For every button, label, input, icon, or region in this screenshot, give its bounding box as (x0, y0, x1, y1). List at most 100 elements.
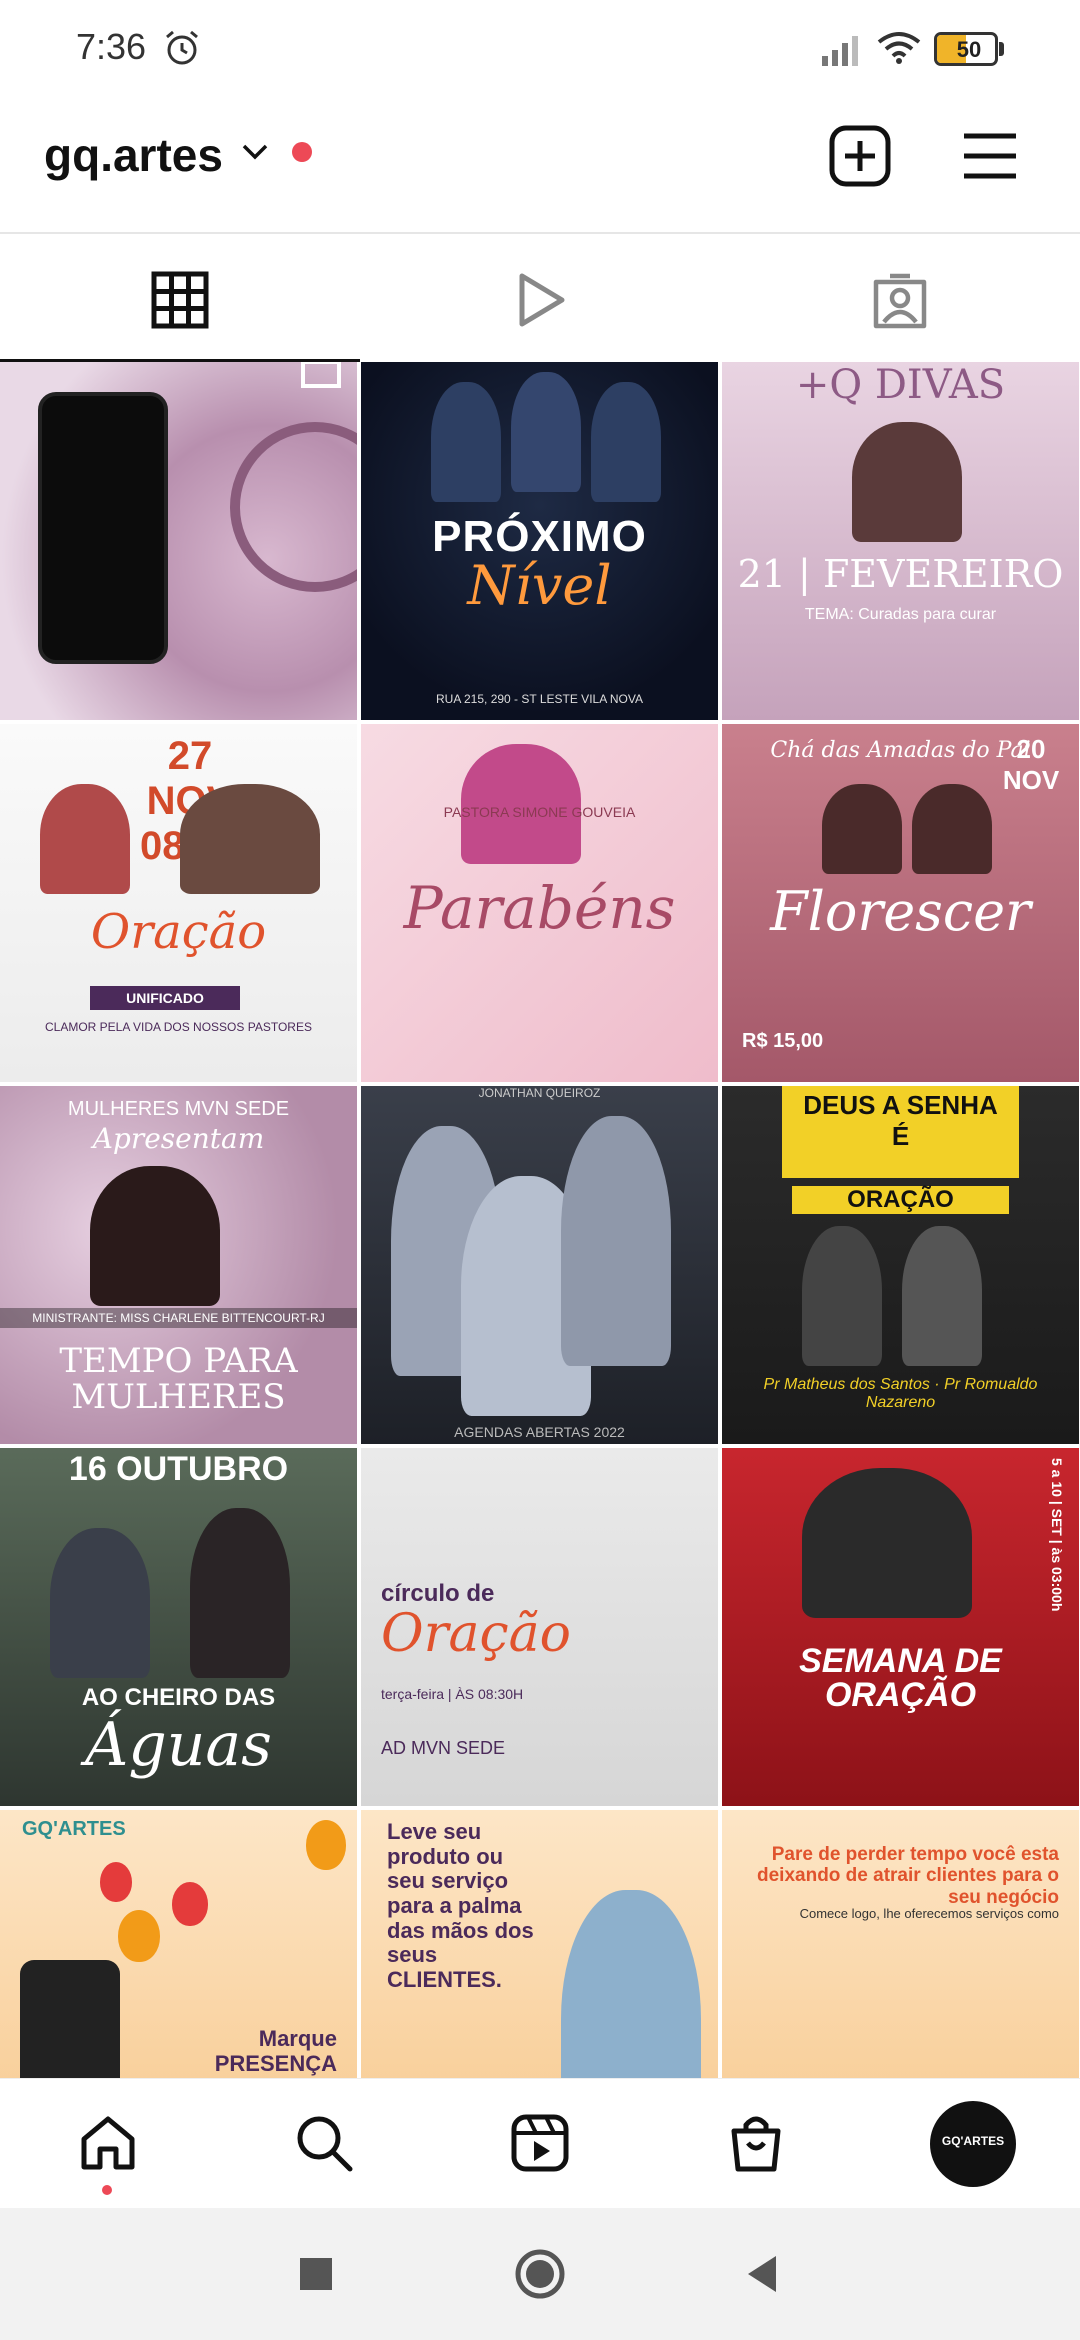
notification-dot (292, 142, 312, 162)
speaker-photo (902, 1226, 982, 1366)
post-title: Pare de perder tempo você esta deixando … (757, 1844, 1059, 1908)
post-top: JONATHAN QUEIROZ (478, 1086, 601, 1100)
shop-icon (731, 2116, 781, 2172)
search-icon (297, 2116, 353, 2172)
speaker-photo (802, 1226, 882, 1366)
grid-icon (151, 271, 209, 329)
post-title: AO CHEIRO DAS (81, 1684, 276, 1711)
post-brand: GQ'ARTES (22, 1818, 126, 1840)
post-tile-4[interactable]: 27 NOV 08:30h Oração UNIFICADO CLAMOR PE… (0, 724, 357, 1082)
post-subtitle: Oração (381, 1604, 571, 1664)
username-switcher[interactable]: gq.artes (44, 128, 223, 182)
post-badge: UNIFICADO (90, 986, 240, 1010)
post-tile-9[interactable]: DEUS A SENHA É ORAÇÃO Pr Matheus dos San… (722, 1086, 1079, 1444)
post-subtitle: Apresentam (92, 1122, 265, 1155)
pocket-watch (230, 422, 357, 592)
multi-photo-icon (301, 362, 341, 388)
speaker-photo (511, 372, 581, 492)
tab-tagged[interactable] (720, 234, 1080, 362)
post-title: SEMANA DE ORAÇÃO (799, 1642, 1002, 1714)
alarm-icon (166, 30, 198, 65)
speaker-photo (190, 1508, 290, 1678)
balloon (100, 1862, 132, 1902)
post-top: MULHERES MVN SEDE (67, 1098, 290, 1120)
post-title: Florescer (770, 880, 1031, 943)
back-triangle-icon[interactable] (730, 2240, 798, 2308)
bottom-nav: GQ'ARTES (0, 2078, 1080, 2208)
post-tile-8[interactable]: JONATHAN QUEIROZ AGENDAS ABERTAS 2022 (361, 1086, 718, 1444)
speaker-photo (852, 422, 962, 542)
home-notification-dot (102, 2185, 112, 2195)
chevron-down-icon[interactable] (240, 140, 270, 164)
post-tile-12[interactable]: 5 a 10 | SET | às 03:00h SEMANA DE ORAÇÃ… (722, 1448, 1079, 1806)
post-tile-1[interactable] (0, 362, 357, 720)
post-title: Oração (90, 904, 267, 960)
battery-body: 50 (934, 32, 998, 66)
speaker-photo (591, 382, 661, 502)
post-top: DEUS A SENHA É (782, 1086, 1019, 1178)
post-footer: RUA 215, 290 - ST LESTE VILA NOVA (436, 692, 643, 706)
avatar-label: GQ'ARTES (941, 2134, 1005, 2148)
home-icon (81, 2116, 135, 2170)
speaker-photo (431, 382, 501, 502)
nav-shop[interactable] (648, 2079, 864, 2209)
post-date: 16 OUTUBRO (68, 1450, 289, 1488)
posts-grid: PRÓXIMO Nível RUA 215, 290 - ST LESTE VI… (0, 362, 1080, 2168)
nav-reels[interactable] (432, 2079, 648, 2209)
nav-search[interactable] (216, 2079, 432, 2209)
tab-posts-grid[interactable] (0, 234, 360, 362)
signal-icon (822, 36, 858, 66)
post-tile-2[interactable]: PRÓXIMO Nível RUA 215, 290 - ST LESTE VI… (361, 362, 718, 720)
post-tile-11[interactable]: círculo de Oração terça-feira | ÀS 08:30… (361, 1448, 718, 1806)
post-date: 21 | FEVEREIRO (737, 552, 1064, 596)
post-names: Pr Matheus dos Santos · Pr Romualdo Naza… (763, 1376, 1038, 1411)
post-title: ORAÇÃO (792, 1186, 1009, 1214)
post-subtitle: Comece logo, lhe oferecemos serviços com… (799, 1906, 1059, 1921)
post-title: TEMPO PARA MULHERES (59, 1341, 298, 1417)
photo (40, 784, 130, 894)
post-tile-5[interactable]: PASTORA SIMONE GOUVEIA Parabéns (361, 724, 718, 1082)
nav-home[interactable] (0, 2079, 216, 2209)
post-title: Leve seu produto ou seu serviço para a p… (387, 1819, 534, 1992)
profile-header: gq.artes (0, 96, 1080, 232)
post-subtitle: PASTORA SIMONE GOUVEIA (443, 804, 636, 820)
status-time: 7:36 (76, 26, 147, 67)
post-tile-6[interactable]: Chá das Amadas do Pai 20 NOV Florescer R… (722, 724, 1079, 1082)
tab-reels[interactable] (360, 234, 720, 362)
speaker-photo (912, 784, 992, 874)
post-subtitle: Nível (467, 554, 612, 617)
profile-avatar[interactable]: GQ'ARTES (930, 2101, 1016, 2187)
post-date: 5 a 10 | SET | às 03:00h (1049, 1458, 1065, 1612)
status-bar: 7:36 50 (0, 0, 1080, 96)
post-footer: AD MVN SEDE (381, 1738, 506, 1758)
balloon (118, 1910, 160, 1962)
post-date: 20 NOV (1002, 734, 1060, 795)
recents-square-icon[interactable] (282, 2240, 350, 2308)
speaker-photo (90, 1166, 220, 1306)
reels-play-icon (519, 273, 565, 327)
post-theme: TEMA: Curadas para curar (804, 606, 997, 623)
post-subtitle: Águas (85, 1710, 272, 1780)
post-band: MINISTRANTE: MISS CHARLENE BITTENCOURT-R… (0, 1308, 357, 1328)
speaker-photo (50, 1528, 150, 1678)
profile-tabs (0, 234, 1080, 362)
home-circle-icon[interactable] (506, 2240, 574, 2308)
post-price: R$ 15,00 (742, 1030, 824, 1052)
wifi-icon (877, 32, 921, 64)
phone-mockup (38, 392, 168, 664)
singer-photo (561, 1116, 671, 1366)
menu-icon[interactable] (960, 126, 1020, 186)
post-tile-3[interactable]: +Q DIVAS 21 | FEVEREIRO TEMA: Curadas pa… (722, 362, 1079, 720)
post-line: CLAMOR PELA VIDA DOS NOSSOS PASTORES (45, 1020, 312, 1034)
post-tile-7[interactable]: MULHERES MVN SEDE Apresentam MINISTRANTE… (0, 1086, 357, 1444)
praying-person-photo (802, 1468, 972, 1618)
balloon (306, 1820, 346, 1870)
photo (180, 784, 320, 894)
post-tile-10[interactable]: 16 OUTUBRO AO CHEIRO DAS Águas (0, 1448, 357, 1806)
speaker-photo (822, 784, 902, 874)
balloon (172, 1882, 208, 1926)
post-line: terça-feira | ÀS 08:30H (381, 1686, 524, 1702)
system-nav-bar (0, 2208, 1080, 2340)
battery-cap (999, 42, 1004, 56)
add-post-icon[interactable] (828, 124, 892, 188)
